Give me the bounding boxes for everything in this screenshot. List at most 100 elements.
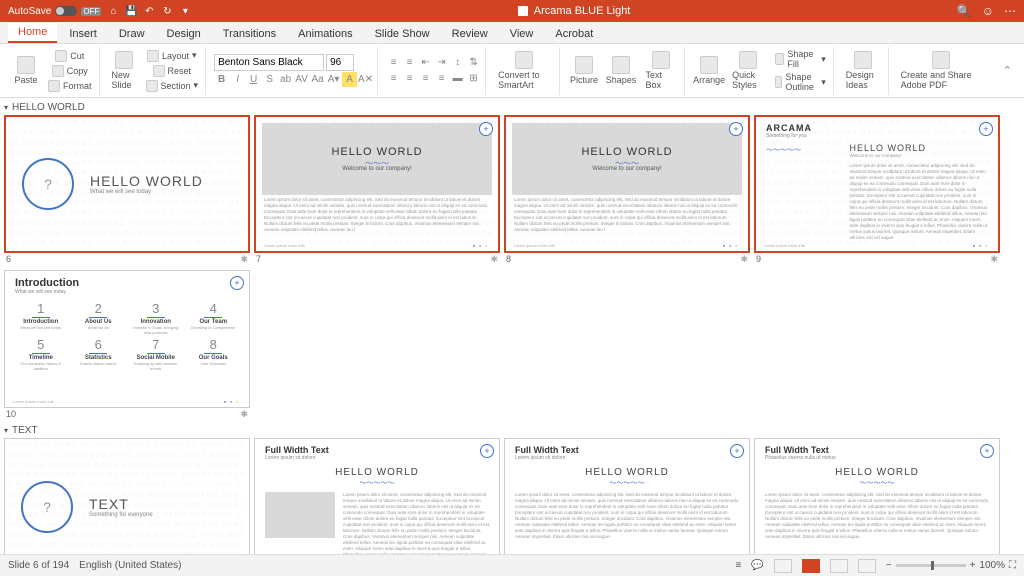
- layout-button[interactable]: Layout▾: [143, 49, 202, 63]
- language-indicator[interactable]: English (United States): [79, 560, 181, 571]
- more-icon[interactable]: ⋯: [1004, 4, 1016, 18]
- slide-thumb-12[interactable]: Full Width TextLorem ipsum sit doloreHEL…: [254, 438, 500, 554]
- convert-smartart-button[interactable]: Convert to SmartArt: [494, 49, 555, 92]
- animation-badge[interactable]: +: [480, 444, 494, 458]
- picture-button[interactable]: Picture: [568, 54, 601, 87]
- slide-thumb-7[interactable]: BUSINESS NAME BUSINESS NAME BUSINESS NAM…: [254, 115, 500, 266]
- notes-button[interactable]: ≡: [735, 560, 741, 571]
- slide-sorter-view[interactable]: ▾HELLO WORLDBUSINESS NAME BUSINESS NAME …: [0, 98, 1024, 554]
- numbering-button[interactable]: ≡: [402, 55, 417, 70]
- zoom-percent[interactable]: 100%: [979, 560, 1005, 571]
- animation-badge[interactable]: +: [980, 444, 994, 458]
- reading-view-button[interactable]: [830, 559, 848, 573]
- animation-badge[interactable]: +: [479, 122, 493, 136]
- font-name-input[interactable]: [214, 54, 324, 71]
- align-left-button[interactable]: ≡: [386, 71, 401, 86]
- new-slide-button[interactable]: New Slide: [108, 49, 140, 92]
- qat-more-icon[interactable]: ▾: [179, 5, 191, 17]
- animation-badge[interactable]: +: [729, 122, 743, 136]
- redo-icon[interactable]: ↻: [161, 5, 173, 17]
- cut-button[interactable]: Cut: [45, 49, 95, 63]
- tab-animations[interactable]: Animations: [288, 25, 362, 43]
- line-spacing-button[interactable]: ↕: [450, 55, 465, 70]
- smile-icon[interactable]: ☺: [982, 4, 994, 18]
- tab-slide-show[interactable]: Slide Show: [365, 25, 440, 43]
- font-size-input[interactable]: [326, 54, 354, 71]
- case-button[interactable]: Aa: [310, 72, 325, 87]
- indent-inc-button[interactable]: ⇥: [434, 55, 449, 70]
- slide-thumb-8[interactable]: BUSINESS NAME BUSINESS NAME BUSINESS NAM…: [504, 115, 750, 266]
- columns-button[interactable]: ▬: [450, 71, 465, 86]
- design-ideas-button[interactable]: Design Ideas: [842, 49, 884, 92]
- paste-button[interactable]: Paste: [10, 54, 42, 87]
- highlight-button[interactable]: A: [342, 72, 357, 87]
- align-right-button[interactable]: ≡: [418, 71, 433, 86]
- shadow-button[interactable]: ab: [278, 72, 293, 87]
- section-header[interactable]: ▾HELLO WORLD: [4, 100, 1020, 115]
- slide-thumb-11[interactable]: BUSINESS NAME BUSINESS NAME BUSINESS NAM…: [4, 438, 250, 554]
- sorter-view-button[interactable]: [802, 559, 820, 573]
- text-direction-button[interactable]: ⇅: [466, 55, 481, 70]
- zoom-out-icon[interactable]: −: [886, 560, 892, 571]
- text-box-button[interactable]: Text Box: [642, 49, 681, 92]
- slide-thumb-6[interactable]: BUSINESS NAME BUSINESS NAME BUSINESS NAM…: [4, 115, 250, 266]
- tab-transitions[interactable]: Transitions: [213, 25, 286, 43]
- align-text-button[interactable]: ⊞: [466, 71, 481, 86]
- animation-badge[interactable]: +: [730, 444, 744, 458]
- tab-home[interactable]: Home: [8, 23, 57, 43]
- tab-review[interactable]: Review: [442, 25, 498, 43]
- section-button[interactable]: Section▾: [143, 79, 202, 93]
- font-color-button[interactable]: A▾: [326, 72, 341, 87]
- home-icon[interactable]: ⌂: [107, 5, 119, 17]
- animation-badge[interactable]: +: [230, 276, 244, 290]
- tab-view[interactable]: View: [500, 25, 544, 43]
- shapes-button[interactable]: Shapes: [603, 54, 638, 87]
- slide-thumb-10[interactable]: IntroductionWhat we will see today1Intro…: [4, 270, 250, 421]
- zoom-control[interactable]: − + 100% ⛶: [886, 560, 1016, 571]
- spacing-button[interactable]: AV: [294, 72, 309, 87]
- underline-button[interactable]: U: [246, 72, 261, 87]
- zoom-slider[interactable]: [896, 564, 966, 567]
- indent-dec-button[interactable]: ⇤: [418, 55, 433, 70]
- align-center-button[interactable]: ≡: [402, 71, 417, 86]
- slide-thumb-14[interactable]: Full Width TextPhasellus viverra nulla u…: [754, 438, 1000, 554]
- slide-counter[interactable]: Slide 6 of 194: [8, 560, 69, 571]
- format-painter-button[interactable]: Format: [45, 79, 95, 93]
- fit-window-icon[interactable]: ⛶: [1009, 560, 1016, 571]
- bullets-button[interactable]: ≡: [386, 55, 401, 70]
- tab-design[interactable]: Design: [157, 25, 211, 43]
- adobe-pdf-button[interactable]: Create and Share Adobe PDF: [897, 49, 985, 92]
- tab-insert[interactable]: Insert: [59, 25, 107, 43]
- autosave-toggle[interactable]: AutoSave OFF: [8, 6, 101, 17]
- shape-fill-button[interactable]: Shape Fill▾: [772, 48, 829, 70]
- tab-draw[interactable]: Draw: [109, 25, 155, 43]
- clear-format-button[interactable]: A✕: [358, 72, 373, 87]
- slide-thumb-9[interactable]: BUSINESS NAME BUSINESS NAME BUSINESS NAM…: [754, 115, 1000, 266]
- bold-button[interactable]: B: [214, 72, 229, 87]
- slide-footer: Lorem ipsum more info● ● ●: [514, 243, 740, 248]
- ribbon-collapse-icon[interactable]: ⌃: [997, 64, 1018, 77]
- section-header[interactable]: ▾TEXT: [4, 423, 1020, 438]
- justify-button[interactable]: ≡: [434, 71, 449, 86]
- comments-button[interactable]: 💬: [751, 560, 763, 571]
- italic-button[interactable]: I: [230, 72, 245, 87]
- quick-styles-button[interactable]: Quick Styles: [728, 49, 769, 92]
- save-icon[interactable]: 💾: [125, 5, 137, 17]
- chevron-down-icon: ▾: [4, 103, 8, 112]
- slide-subtitle: Lorem ipsum sit dolore: [265, 455, 489, 461]
- strike-button[interactable]: S: [262, 72, 277, 87]
- search-icon[interactable]: 🔍: [957, 4, 972, 18]
- arrange-button[interactable]: Arrange: [693, 54, 725, 87]
- slide-title: Full Width Text: [765, 445, 989, 455]
- section-name: TEXT: [12, 425, 38, 436]
- zoom-in-icon[interactable]: +: [970, 560, 976, 571]
- shape-outline-button[interactable]: Shape Outline▾: [772, 71, 829, 93]
- tab-acrobat[interactable]: Acrobat: [545, 25, 603, 43]
- slide-thumb-13[interactable]: Full Width TextLorem ipsum sit doloreHEL…: [504, 438, 750, 554]
- animation-badge[interactable]: +: [979, 122, 993, 136]
- normal-view-button[interactable]: [774, 559, 792, 573]
- copy-button[interactable]: Copy: [45, 64, 95, 78]
- slideshow-view-button[interactable]: [858, 559, 876, 573]
- reset-button[interactable]: Reset: [143, 64, 202, 78]
- undo-icon[interactable]: ↶: [143, 5, 155, 17]
